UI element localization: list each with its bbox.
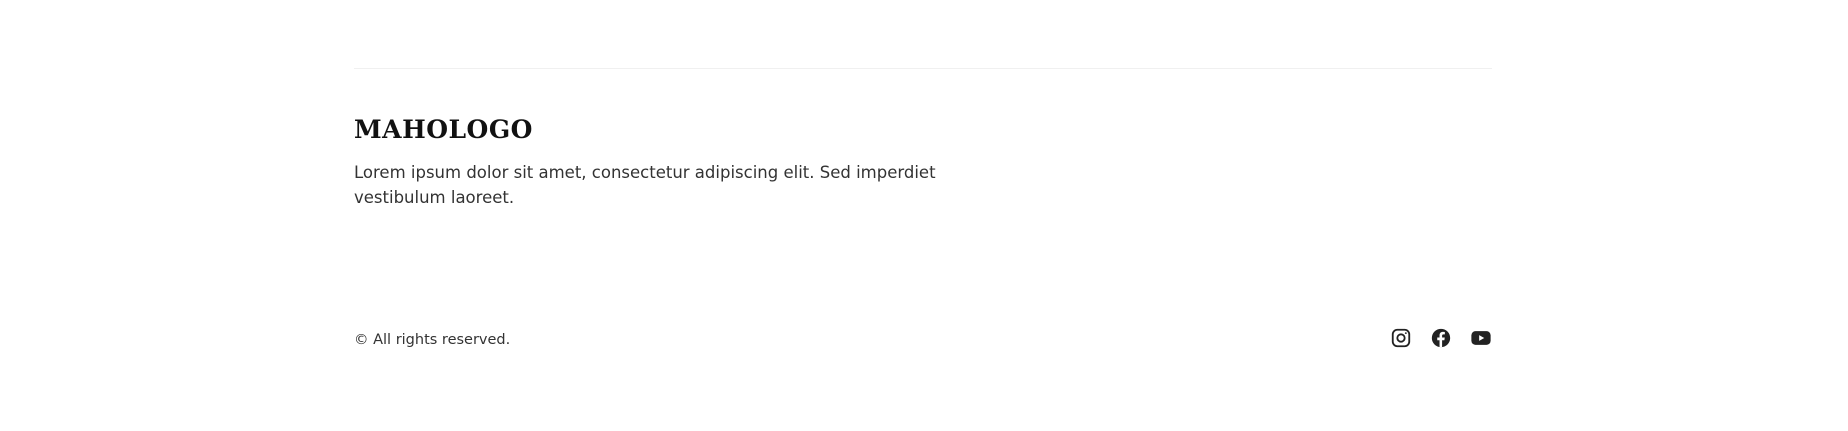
footer-tagline: Lorem ipsum dolor sit amet, consectetur … bbox=[354, 163, 936, 207]
youtube-icon bbox=[1470, 330, 1491, 345]
facebook-icon bbox=[1431, 328, 1450, 347]
footer-divider bbox=[354, 68, 1492, 69]
instagram-icon bbox=[1391, 328, 1410, 347]
social-links bbox=[1389, 326, 1492, 349]
footer-logo[interactable]: MAHOLOGO bbox=[354, 114, 533, 146]
copyright-text: © All rights reserved. bbox=[354, 332, 511, 348]
youtube-link[interactable] bbox=[1469, 326, 1492, 349]
site-footer: MAHOLOGO Lorem ipsum dolor sit amet, con… bbox=[0, 0, 1848, 431]
facebook-link[interactable] bbox=[1429, 326, 1452, 349]
instagram-link[interactable] bbox=[1389, 326, 1412, 349]
